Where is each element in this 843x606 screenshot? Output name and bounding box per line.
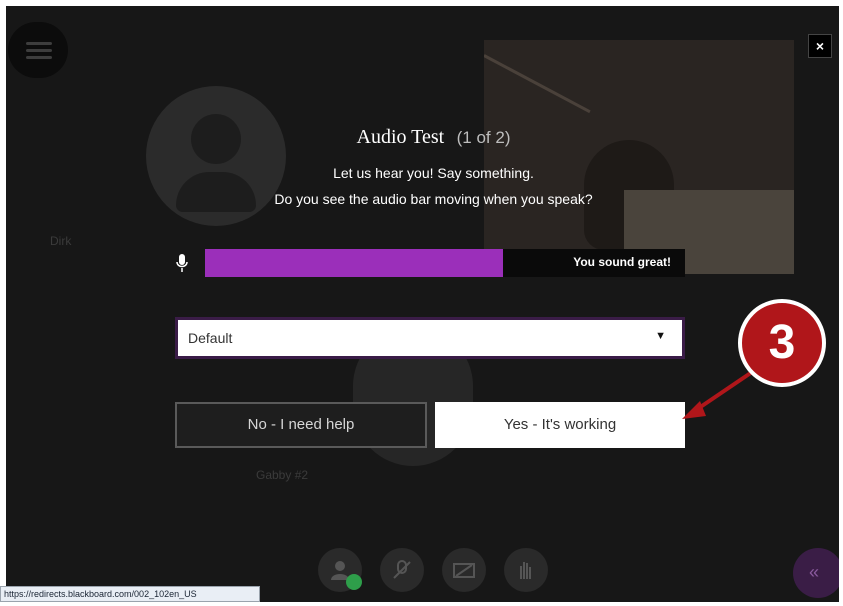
callout-arrow — [682, 366, 760, 419]
step-callout-badge: 3 — [738, 299, 826, 387]
collaborate-session: Dirk Gabby #2 « × Audio Test (1 of 2) Le… — [6, 6, 839, 602]
browser-status-url: https://redirects.blackboard.com/002_102… — [0, 586, 260, 602]
